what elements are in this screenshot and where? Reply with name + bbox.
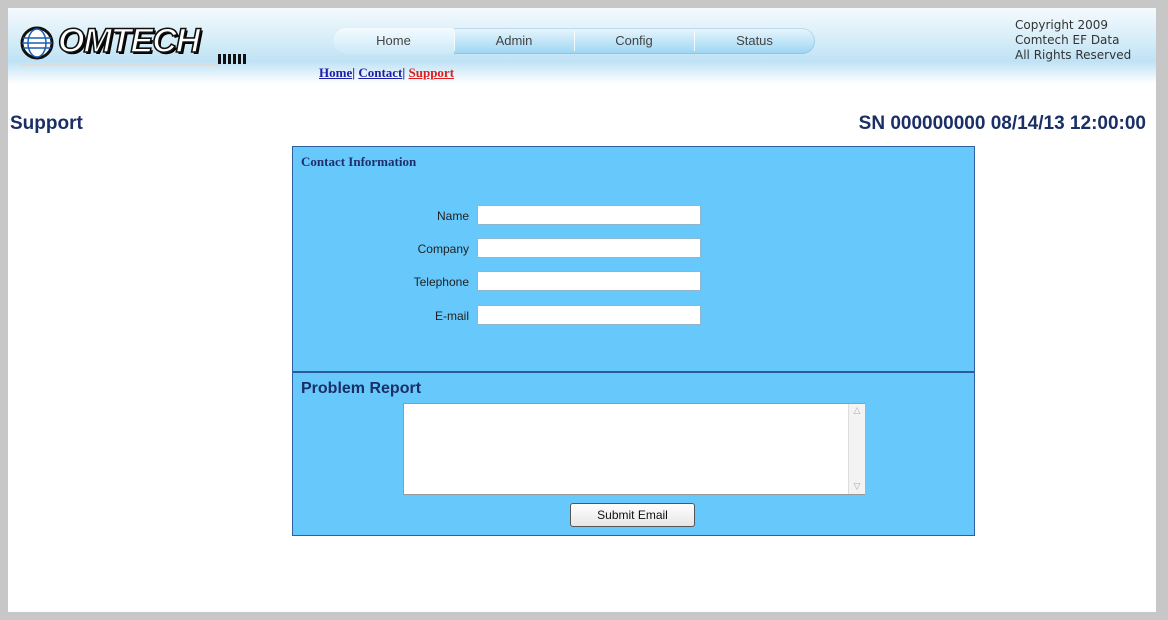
logo-bars <box>218 54 248 64</box>
company-field[interactable] <box>477 238 701 258</box>
tab-admin[interactable]: Admin <box>454 28 574 54</box>
contact-section: Contact Information Name Company Telepho… <box>293 147 974 373</box>
email-field[interactable] <box>477 305 701 325</box>
sublink-support[interactable]: Support <box>409 65 455 80</box>
tab-config[interactable]: Config <box>574 28 694 54</box>
scroll-up-icon[interactable]: △ <box>849 405 865 417</box>
sublink-separator: | <box>352 65 356 80</box>
page-title: Support <box>10 113 83 134</box>
support-panel: Contact Information Name Company Telepho… <box>292 146 975 536</box>
problem-report-title: Problem Report <box>301 380 422 397</box>
globe-icon <box>20 26 54 60</box>
email-label: E-mail <box>434 309 469 323</box>
tab-home[interactable]: Home <box>333 28 454 54</box>
submit-email-button[interactable]: Submit Email <box>570 503 695 527</box>
comtech-logo[interactable]: OMTECH <box>14 18 250 78</box>
serial-datetime: SN 000000000 08/14/13 12:00:00 <box>858 113 1146 134</box>
page: OMTECH Home Admin Config Status Home| Co… <box>8 8 1156 612</box>
main-nav: Home Admin Config Status <box>333 28 815 54</box>
copyright-line: Copyright 2009 <box>1015 18 1108 32</box>
problem-report-input[interactable] <box>403 403 865 495</box>
copyright-line: All Rights Reserved <box>1015 48 1132 62</box>
nav-divider <box>574 31 575 51</box>
telephone-field[interactable] <box>477 271 701 291</box>
nav-divider <box>454 31 455 51</box>
report-scrollbar[interactable]: △ ▽ <box>848 404 865 494</box>
header: OMTECH Home Admin Config Status Home| Co… <box>8 8 1156 84</box>
scroll-down-icon[interactable]: ▽ <box>849 481 865 493</box>
sublink-separator: | <box>402 65 406 80</box>
copyright-notice: Copyright 2009 Comtech EF Data All Right… <box>1015 18 1155 63</box>
name-field[interactable] <box>477 205 701 225</box>
tab-status[interactable]: Status <box>694 28 815 54</box>
name-label: Name <box>436 209 469 223</box>
logo-text: OMTECH <box>57 21 201 61</box>
sublink-contact[interactable]: Contact <box>358 65 402 80</box>
copyright-line: Comtech EF Data <box>1015 33 1120 47</box>
contact-title: Contact Information <box>301 154 417 169</box>
sub-nav: Home| Contact| Support <box>319 65 454 81</box>
nav-divider <box>694 31 695 51</box>
sublink-home[interactable]: Home <box>319 65 352 80</box>
telephone-label: Telephone <box>413 275 469 289</box>
logo-divider <box>20 64 220 66</box>
company-label: Company <box>417 242 469 256</box>
